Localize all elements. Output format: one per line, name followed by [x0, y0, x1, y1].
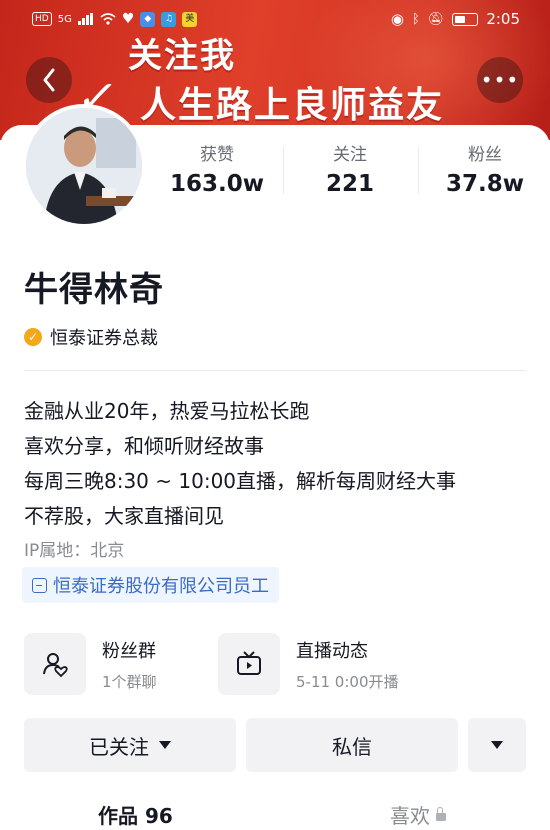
chevron-left-icon [43, 68, 55, 92]
bio-line: 喜欢分享，和倾听财经故事 [24, 434, 264, 458]
bio-line: 金融从业20年，热爱马拉松长跑 [24, 399, 310, 423]
feature-title: 粉丝群 [102, 640, 156, 662]
bio-line: 不荐股，大家直播间见 [24, 504, 224, 528]
following-button[interactable]: 已关注 [24, 718, 236, 772]
battery-icon [452, 12, 479, 26]
hd-indicator: HD [32, 12, 52, 26]
stat-divider [283, 146, 284, 194]
wifi-icon [100, 13, 116, 25]
profile-nickname: 牛得林奇 [24, 270, 164, 310]
more-dots-icon: ••• [480, 68, 520, 92]
tab-label: 喜欢 [390, 804, 430, 828]
expand-button[interactable] [468, 718, 526, 772]
music-app-icon: ♫ [161, 11, 177, 27]
eye-icon: ◉ [390, 10, 404, 28]
clock-time: 2:05 [486, 10, 520, 28]
message-button[interactable]: 私信 [246, 718, 458, 772]
live-tv-icon [218, 633, 280, 695]
network-indicator: 5G [57, 13, 72, 25]
shield-app-icon: ◆ [140, 11, 156, 27]
ip-location: IP属地：北京 [24, 541, 125, 561]
live-schedule-entry[interactable]: 直播动态 5-11 0:00开播 [218, 632, 399, 696]
bluetooth-icon: ᛒ [411, 11, 420, 27]
stat-likes[interactable]: 获赞 163.0w [162, 140, 272, 197]
banner-line-2: 人生路上良师益友 [140, 85, 445, 126]
stat-following[interactable]: 关注 221 [295, 140, 405, 197]
mute-bell-icon: 🔕︎ [427, 11, 445, 27]
signal-icon [77, 13, 93, 25]
feature-title: 直播动态 [296, 640, 368, 662]
avatar[interactable] [22, 104, 146, 228]
bio-line: 每周三晚8:30 ~ 10:00直播，解析每周财经大事 [24, 469, 457, 493]
stat-label: 粉丝 [468, 145, 502, 165]
company-tag[interactable]: 恒泰证券股份有限公司员工 [22, 567, 279, 603]
caret-down-icon [491, 741, 503, 749]
stat-followers[interactable]: 粉丝 37.8w [430, 140, 540, 197]
divider [24, 370, 526, 371]
verification-row: ✓ 恒泰证券总裁 [24, 324, 158, 350]
profile-bio: 金融从业20年，热爱马拉松长跑 喜欢分享，和倾听财经故事 每周三晚8:30 ~ … [24, 394, 456, 534]
message-label: 私信 [332, 734, 372, 759]
fan-group-entry[interactable]: 粉丝群 1个群聊 [24, 632, 157, 696]
stat-value: 221 [325, 171, 374, 197]
status-bar: HD 5G ♥ ◆ ♫ 美 ◉ ᛒ 🔕︎ 2:05 [0, 0, 550, 40]
tab-likes[interactable]: 喜欢 [390, 800, 446, 829]
stat-label: 获赞 [200, 145, 234, 165]
heart-icon: ♥ [121, 11, 135, 27]
feature-subtitle: 1个群聊 [102, 672, 157, 691]
company-icon [32, 577, 47, 593]
caret-down-icon [159, 741, 171, 749]
stat-label: 关注 [333, 145, 367, 165]
stat-value: 163.0w [170, 171, 264, 197]
verified-check-icon: ✓ [24, 328, 42, 346]
company-label: 恒泰证券股份有限公司员工 [53, 576, 269, 597]
back-button[interactable] [26, 57, 72, 103]
lock-icon [436, 806, 446, 821]
verification-label: 恒泰证券总裁 [50, 328, 158, 349]
avatar-photo [26, 108, 142, 224]
stat-value: 37.8w [446, 171, 524, 197]
meituan-app-icon: 美 [182, 11, 198, 27]
following-label: 已关注 [89, 734, 149, 759]
feature-subtitle: 5-11 0:00开播 [296, 672, 399, 691]
more-options-button[interactable]: ••• [477, 57, 523, 103]
fan-group-icon [24, 633, 86, 695]
tab-label: 作品 96 [98, 804, 173, 828]
tab-works[interactable]: 作品 96 [98, 800, 173, 829]
stat-divider [418, 146, 419, 194]
profile-stats: 获赞 163.0w 关注 221 粉丝 37.8w [150, 140, 550, 210]
